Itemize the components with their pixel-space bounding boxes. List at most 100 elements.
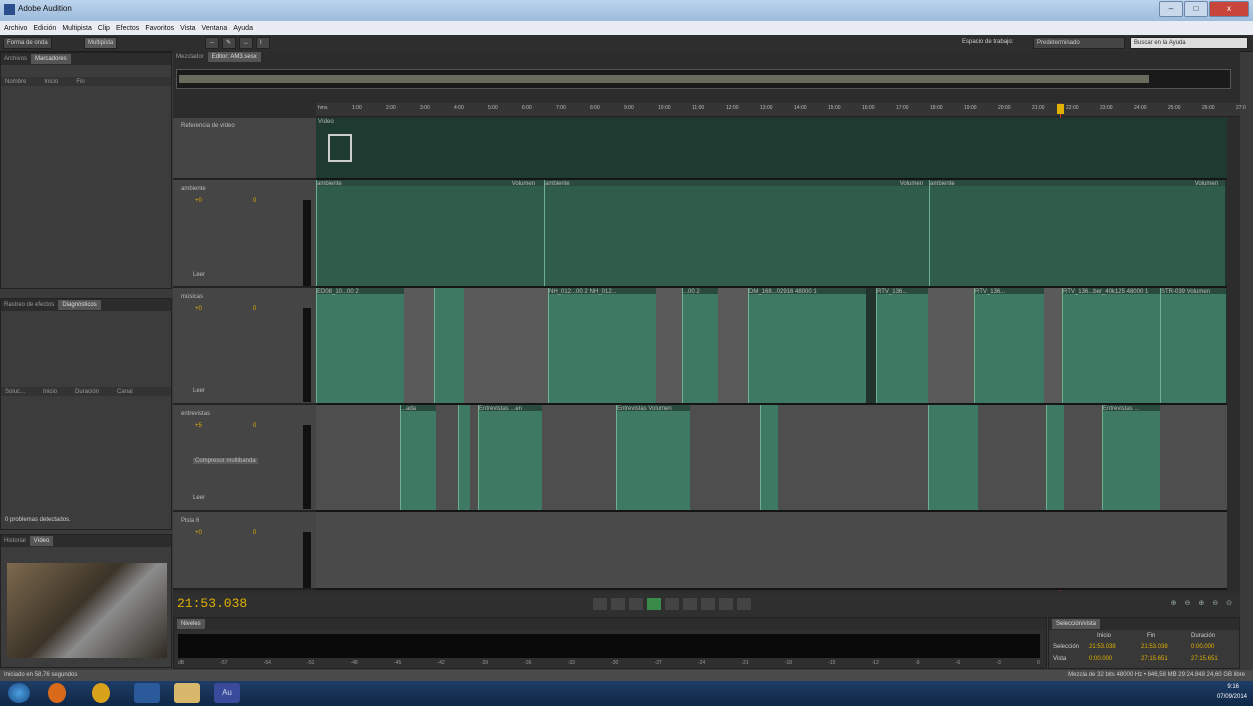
selection-start[interactable]: 21:53.038 — [1089, 644, 1116, 650]
audio-clip[interactable]: Entrevistas Volumen — [616, 405, 690, 510]
slip-tool-icon[interactable]: ↔ — [239, 37, 253, 49]
audio-clip[interactable]: NH_012...00 2 NH_012... — [548, 288, 656, 403]
chrome-icon[interactable] — [92, 683, 110, 703]
pan-value[interactable]: 0 — [253, 306, 256, 312]
apps-icon[interactable] — [134, 683, 160, 703]
audio-clip[interactable]: Entrevistas ...en — [478, 405, 542, 510]
audio-clip[interactable]: Entrevistas ... — [1102, 405, 1160, 510]
track-lane-entrevistas[interactable]: ...ada Entrevistas ...en Entrevistas Vol… — [316, 405, 1227, 512]
audio-clip[interactable]: ambiente Volumen — [316, 180, 544, 286]
selection-end[interactable]: 21:53.038 — [1141, 644, 1168, 650]
tab-diagnostics[interactable]: Diagnósticos — [58, 300, 101, 310]
workspace-select[interactable]: Predeterminado — [1033, 37, 1125, 49]
menu-favoritos[interactable]: Favoritos — [145, 25, 174, 32]
menu-vista[interactable]: Vista — [180, 25, 195, 32]
audio-clip[interactable] — [928, 405, 978, 510]
zoom-out-amplitude-icon[interactable]: ⊖ — [1185, 599, 1191, 607]
audio-clip[interactable] — [1046, 405, 1064, 510]
track-name[interactable]: ambiente — [181, 186, 206, 192]
audio-clip[interactable]: ambiente Volumen — [544, 180, 929, 286]
pan-value[interactable]: 0 — [253, 198, 256, 204]
audio-clip[interactable]: RTV_136... — [974, 288, 1044, 403]
tab-levels[interactable]: Niveles — [177, 619, 205, 629]
volume-value[interactable]: +0 — [195, 530, 202, 536]
zoom-in-amplitude-icon[interactable]: ⊕ — [1171, 599, 1177, 607]
volume-value[interactable]: +0 — [195, 306, 202, 312]
tab-mixer[interactable]: Mezclador — [176, 54, 204, 60]
audio-clip[interactable] — [760, 405, 778, 510]
track-lane-musicas[interactable]: ED08_10...00 2 NH_012...00 2 NH_012... .… — [316, 288, 1227, 405]
volume-value[interactable]: +0 — [195, 198, 202, 204]
help-search-input[interactable]: Buscar en la Ayuda — [1130, 37, 1248, 49]
track-name[interactable]: entrevistas — [181, 411, 210, 417]
menu-ventana[interactable]: Ventana — [202, 25, 228, 32]
menu-ayuda[interactable]: Ayuda — [233, 25, 253, 32]
loop-icon[interactable] — [647, 598, 661, 610]
media-player-icon[interactable] — [48, 683, 66, 703]
audio-clip[interactable]: RTV_136... — [876, 288, 928, 403]
track-lane-pista-6[interactable] — [316, 512, 1227, 590]
insert-effect[interactable]: Compresor multibanda — [193, 458, 258, 464]
audio-clip[interactable]: ambiente Volumen — [929, 180, 1225, 286]
pan-value[interactable]: 0 — [253, 530, 256, 536]
audio-clip[interactable]: DM_168...02916 48000 1 — [748, 288, 866, 403]
track-name[interactable]: músicas — [181, 294, 203, 300]
skip-back-icon[interactable] — [665, 598, 679, 610]
tab-editor[interactable]: Editor: AM3.sesx — [207, 52, 261, 62]
fast-forward-icon[interactable] — [701, 598, 715, 610]
audio-clip[interactable]: ED08_10...00 2 — [316, 288, 404, 403]
view-duration[interactable]: 27:15.651 — [1191, 656, 1218, 662]
pause-icon[interactable] — [629, 598, 643, 610]
menu-multipista[interactable]: Multipista — [62, 25, 92, 32]
zoom-out-full-icon[interactable]: ⊙ — [1226, 599, 1232, 607]
maximize-button[interactable]: □ — [1184, 1, 1208, 17]
automation-mode[interactable]: Leer — [193, 495, 205, 501]
audio-clip[interactable] — [458, 405, 470, 510]
video-track-lane[interactable]: Vídeo — [316, 118, 1227, 180]
automation-mode[interactable]: Leer — [193, 272, 205, 278]
time-selection-tool-icon[interactable]: I — [256, 37, 270, 49]
audio-clip[interactable]: STR-039 Volumen — [1160, 288, 1226, 403]
waveform-view-button[interactable]: Forma de onda — [3, 37, 52, 49]
tab-markers[interactable]: Marcadores — [31, 54, 71, 64]
volume-value[interactable]: +5 — [195, 423, 202, 429]
pan-value[interactable]: 0 — [253, 423, 256, 429]
tab-selection-view[interactable]: Selección/vista — [1052, 619, 1101, 629]
close-button[interactable]: x — [1209, 1, 1249, 17]
menu-archivo[interactable]: Archivo — [4, 25, 27, 32]
timeline-ruler[interactable]: hms 1:00 2:00 3:00 4:00 5:00 6:00 7:00 8:00 9:00 1… — [316, 103, 1246, 117]
play-icon[interactable] — [611, 598, 625, 610]
audio-clip[interactable]: ...00 2 — [682, 288, 718, 403]
start-icon[interactable] — [8, 683, 30, 703]
rewind-icon[interactable] — [683, 598, 697, 610]
tab-files[interactable]: Archivos — [4, 56, 27, 62]
minimize-button[interactable]: – — [1159, 1, 1183, 17]
audio-clip[interactable] — [434, 288, 464, 403]
menu-clip[interactable]: Clip — [98, 25, 110, 32]
automation-mode[interactable]: Leer — [193, 388, 205, 394]
playhead-handle[interactable] — [1057, 104, 1064, 114]
razor-tool-icon[interactable]: ✎ — [222, 37, 236, 49]
record-icon[interactable] — [737, 598, 751, 610]
track-name[interactable]: Pista 6 — [181, 518, 199, 524]
tab-history[interactable]: Historial — [4, 538, 26, 544]
menu-edicion[interactable]: Edición — [33, 25, 56, 32]
move-tool-icon[interactable]: ⇔ — [205, 37, 219, 49]
audition-taskbar-icon[interactable]: Au — [214, 683, 240, 703]
menu-efectos[interactable]: Efectos — [116, 25, 139, 32]
tab-effects-rack[interactable]: Rastreo de efectos — [4, 302, 54, 308]
stop-icon[interactable] — [593, 598, 607, 610]
track-lane-ambiente[interactable]: ambiente Volumen ambiente Volumen ambiente… — [316, 180, 1227, 288]
overview-navigator[interactable] — [176, 69, 1231, 89]
audio-clip[interactable]: RTV_136...ber_40k125 48000 1 — [1062, 288, 1160, 403]
selection-duration[interactable]: 0:00.000 — [1191, 644, 1214, 650]
multitrack-view-button[interactable]: Multipista — [84, 37, 118, 49]
tab-video[interactable]: Vídeo — [29, 536, 54, 546]
zoom-in-time-icon[interactable]: ⊕ — [1198, 599, 1204, 607]
audio-clip[interactable]: ...ada — [400, 405, 436, 510]
view-start[interactable]: 0:00.000 — [1089, 656, 1112, 662]
explorer-icon[interactable] — [174, 683, 200, 703]
view-end[interactable]: 27:15.651 — [1141, 656, 1168, 662]
zoom-out-time-icon[interactable]: ⊖ — [1212, 599, 1218, 607]
skip-forward-icon[interactable] — [719, 598, 733, 610]
